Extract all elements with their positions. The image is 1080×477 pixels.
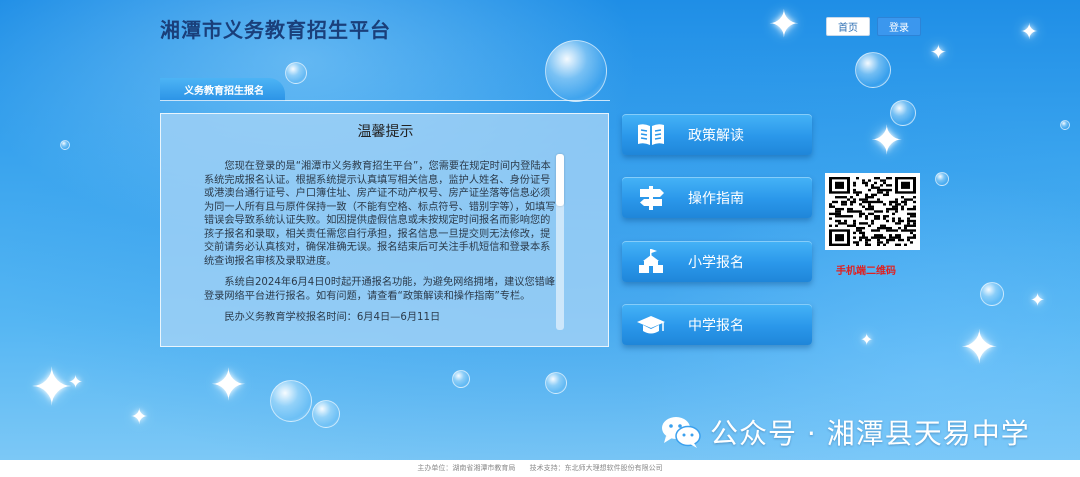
sparkle: ✦: [1030, 290, 1046, 311]
sparkle: ✦: [960, 320, 999, 374]
menu-label: 政策解读: [688, 128, 744, 144]
bubble: [452, 370, 470, 388]
login-button[interactable]: 登录: [877, 17, 921, 36]
bubble: [270, 380, 312, 422]
bubble: [545, 372, 567, 394]
notice-scrollbar[interactable]: [556, 154, 564, 330]
sparkle: ✦: [860, 330, 874, 349]
book-icon: [638, 124, 664, 145]
menu-label: 中学报名: [688, 318, 744, 334]
bubble: [1060, 120, 1070, 130]
menu-label: 小学报名: [688, 255, 744, 271]
qr-code: [825, 173, 920, 250]
section-tab: 义务教育招生报名: [160, 78, 285, 101]
footer: 主办单位：湖南省湘潭市教育局 技术支持：东北师大理想软件股份有限公司: [0, 460, 1080, 477]
sparkle: ✦: [870, 118, 904, 164]
qr-caption: 手机端二维码: [836, 266, 896, 277]
graduation-cap-icon: [637, 316, 665, 334]
sparkle: ✦: [1020, 20, 1039, 45]
notice-paragraph: 民办义务教育学校报名时间：6月4日—6月11日: [224, 312, 441, 323]
watermark: 公众号 · 湘潭县天易中学: [660, 414, 1030, 450]
notice-title: 温馨提示: [357, 124, 414, 140]
sparkle: ✦: [130, 405, 149, 430]
home-button[interactable]: 首页: [826, 17, 870, 36]
sparkle: ✦: [768, 2, 800, 46]
notice-paragraph: 系统自2024年6月4日0时起开通报名功能，为避免网络拥堵，建议您错峰登录网络平…: [204, 277, 556, 302]
bubble: [545, 40, 607, 102]
bubble: [855, 52, 891, 88]
scrollbar-thumb[interactable]: [556, 154, 564, 206]
footer-support: 技术支持：东北师大理想软件股份有限公司: [529, 464, 663, 472]
bubble: [60, 140, 70, 150]
sparkle: ✦: [210, 360, 247, 411]
notice-paragraph: 您现在登录的是“湘潭市义务教育招生平台”，您需要在规定时间内登陆本系统完成报名认…: [204, 161, 556, 267]
footer-host: 主办单位：湖南省湘潭市教育局: [417, 464, 516, 472]
bubble: [285, 62, 307, 84]
primary-school-button[interactable]: 小学报名: [622, 241, 812, 282]
menu-label: 操作指南: [688, 191, 744, 207]
bubble: [935, 172, 949, 186]
sparkle: ✦: [930, 40, 947, 64]
watermark-text: 公众号 · 湘潭县天易中学: [710, 417, 1030, 450]
bubble: [980, 282, 1004, 306]
signpost-icon: [640, 186, 664, 210]
bubble: [312, 400, 340, 428]
notice-body: 您现在登录的是“湘潭市义务教育招生平台”，您需要在规定时间内登陆本系统完成报名认…: [204, 160, 556, 336]
policy-button[interactable]: 政策解读: [622, 114, 812, 155]
middle-school-button[interactable]: 中学报名: [622, 304, 812, 345]
guide-button[interactable]: 操作指南: [622, 177, 812, 218]
site-title: 湘潭市义务教育招生平台: [160, 18, 391, 42]
section-divider: [160, 100, 610, 101]
school-icon: [639, 249, 663, 273]
sparkle: ✦: [68, 372, 84, 393]
wechat-icon: [662, 417, 701, 448]
